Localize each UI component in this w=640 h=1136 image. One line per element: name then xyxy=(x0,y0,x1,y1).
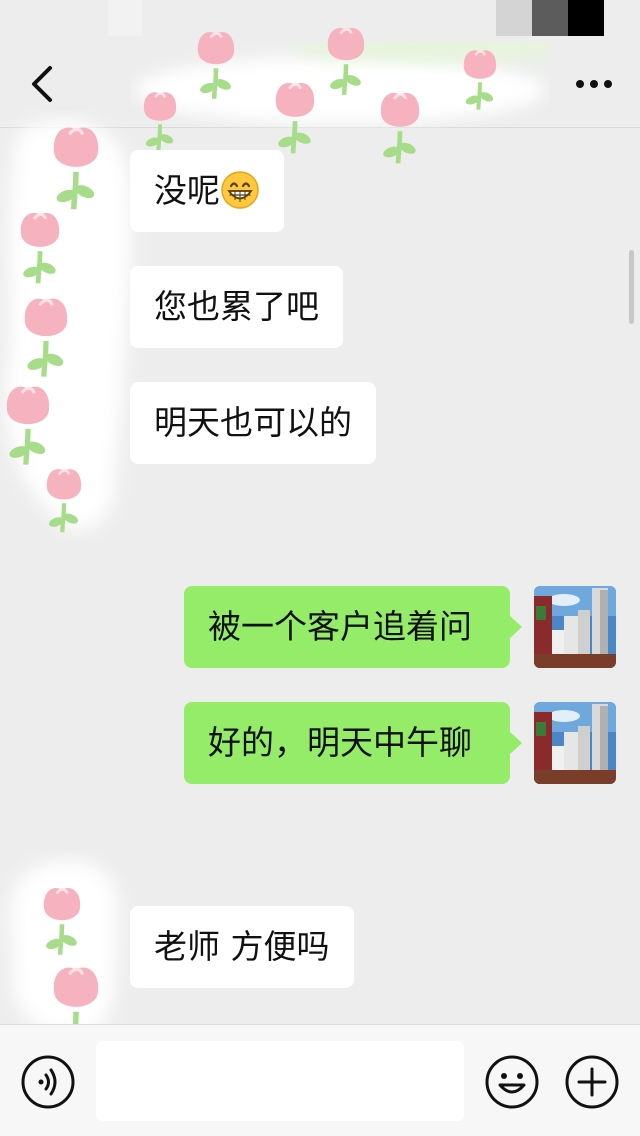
message-bubble-outgoing[interactable]: 被一个客户追着问 xyxy=(184,586,522,668)
status-blur xyxy=(568,0,604,36)
message-text: 没呢 xyxy=(154,171,220,210)
message-text: 您也累了吧 xyxy=(154,287,319,326)
avatar[interactable] xyxy=(534,702,616,784)
chat-screen: 没呢 您也累了吧 明天也可以的 被一个客户追着问 好的，明天中午聊 老师 方便吗 xyxy=(0,0,640,1136)
message-text: 好的，明天中午聊 xyxy=(208,723,472,762)
avatar[interactable] xyxy=(534,586,616,668)
back-button[interactable] xyxy=(22,58,66,110)
more-dots-icon xyxy=(576,80,612,88)
message-bubble-incoming[interactable]: 您也累了吧 xyxy=(130,266,343,348)
more-button[interactable] xyxy=(568,66,620,102)
status-blur xyxy=(496,0,532,36)
emoji-icon xyxy=(485,1055,539,1109)
tulip-sticker-decoration xyxy=(10,860,119,1038)
plus-icon xyxy=(565,1055,619,1109)
title-sticker-overlay xyxy=(135,42,550,124)
chat-header xyxy=(0,0,640,128)
tulip-sticker-decoration xyxy=(6,120,131,531)
status-bar xyxy=(0,0,640,40)
message-text: 被一个客户追着问 xyxy=(208,607,472,646)
message-bubble-incoming[interactable]: 明天也可以的 xyxy=(130,382,376,464)
voice-icon xyxy=(21,1055,75,1109)
emoji-button[interactable] xyxy=(484,1054,540,1110)
building-avatar-icon xyxy=(534,702,616,784)
message-bubble-outgoing[interactable]: 好的，明天中午聊 xyxy=(184,702,522,784)
status-blur xyxy=(532,0,568,36)
voice-button[interactable] xyxy=(20,1054,76,1110)
message-text: 老师 方便吗 xyxy=(154,927,330,966)
message-bubble-incoming[interactable]: 没呢 xyxy=(130,150,284,232)
chevron-left-icon xyxy=(32,66,52,102)
message-text: 明天也可以的 xyxy=(154,403,352,442)
input-bar xyxy=(0,1024,640,1136)
grinning-face-icon xyxy=(221,170,259,209)
building-avatar-icon xyxy=(534,586,616,668)
message-bubble-incoming[interactable]: 老师 方便吗 xyxy=(130,906,354,988)
status-blur xyxy=(108,0,142,36)
plus-button[interactable] xyxy=(564,1054,620,1110)
message-input[interactable] xyxy=(96,1041,464,1121)
scroll-indicator[interactable] xyxy=(629,250,634,324)
